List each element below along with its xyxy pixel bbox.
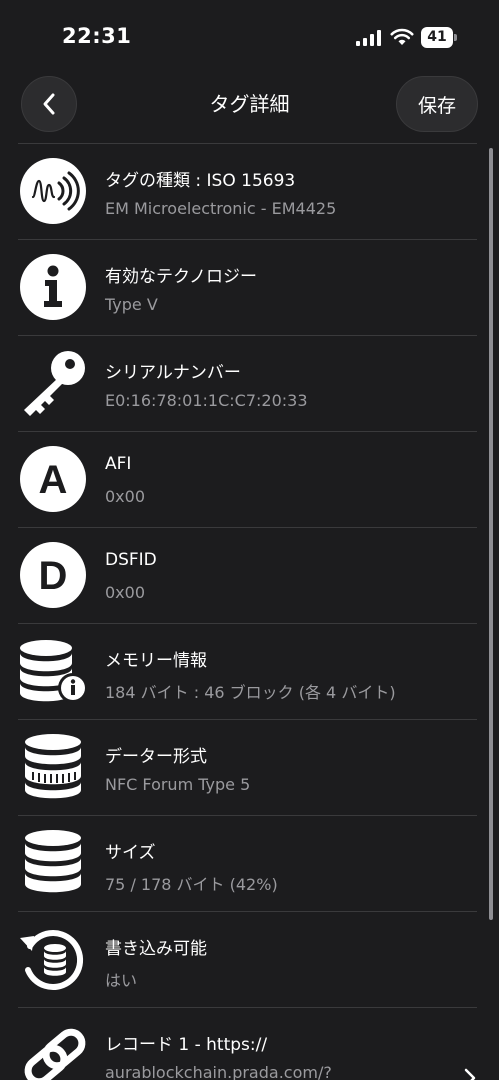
link-icon (18, 1020, 88, 1080)
wifi-icon (390, 28, 414, 45)
battery-level: 41 (427, 29, 447, 45)
tag-detail-list: タグの種類 : ISO 15693 EM Microelectronic - E… (18, 143, 477, 1080)
item-subtitle: NFC Forum Type 5 (105, 775, 251, 794)
item-subtitle: EM Microelectronic - EM4425 (105, 199, 337, 218)
chevron-right-icon (464, 1068, 476, 1080)
svg-text:A: A (39, 458, 68, 502)
item-title: シリアルナンバー (105, 363, 241, 383)
status-bar: 22:31 41 (0, 0, 499, 70)
list-item-tag-type[interactable]: タグの種類 : ISO 15693 EM Microelectronic - E… (18, 143, 477, 239)
item-title: レコード 1 - https:// (105, 1035, 268, 1055)
item-subtitle: Type V (105, 295, 158, 314)
letter-d-icon: D (18, 540, 88, 610)
list-item-memory-info[interactable]: メモリー情報 184 バイト : 46 ブロック (各 4 バイト) (18, 623, 477, 719)
letter-a-icon: A (18, 444, 88, 514)
cellular-signal-icon (356, 30, 381, 46)
item-subtitle: aurablockchain.prada.com/? (105, 1063, 332, 1080)
item-subtitle: E0:16:78:01:1C:C7:20:33 (105, 391, 308, 410)
battery-indicator: 41 (421, 27, 457, 48)
item-title: AFI (105, 454, 132, 474)
list-item-serial-number[interactable]: シリアルナンバー E0:16:78:01:1C:C7:20:33 (18, 335, 477, 431)
save-button[interactable]: 保存 (396, 76, 478, 132)
battery-cap (454, 34, 457, 41)
list-item-dsfid[interactable]: D DSFID 0x00 (18, 527, 477, 623)
svg-text:D: D (39, 554, 68, 598)
item-title: 書き込み可能 (105, 939, 207, 959)
list-item-record-1[interactable]: レコード 1 - https:// aurablockchain.prada.c… (18, 1007, 477, 1080)
list-item-data-format[interactable]: データー形式 NFC Forum Type 5 (18, 719, 477, 815)
item-title: 有効なテクノロジー (105, 267, 257, 287)
item-subtitle: はい (105, 971, 138, 990)
status-time: 22:31 (62, 24, 132, 48)
item-title: タグの種類 : ISO 15693 (105, 171, 296, 191)
list-item-afi[interactable]: A AFI 0x00 (18, 431, 477, 527)
item-subtitle: 0x00 (105, 583, 146, 602)
database-refresh-icon (18, 924, 88, 994)
item-title: サイズ (105, 843, 156, 863)
database-info-icon (18, 636, 88, 706)
list-item-technology[interactable]: 有効なテクノロジー Type V (18, 239, 477, 335)
scrollbar[interactable] (489, 148, 493, 920)
item-title: DSFID (105, 550, 157, 570)
item-title: データー形式 (105, 747, 207, 767)
list-item-size[interactable]: サイズ 75 / 178 バイト (42%) (18, 815, 477, 911)
list-item-writable[interactable]: 書き込み可能 はい (18, 911, 477, 1007)
key-icon (18, 348, 88, 418)
item-subtitle: 0x00 (105, 487, 146, 506)
info-icon (18, 252, 88, 322)
database-stack-icon (18, 828, 88, 898)
database-icon (18, 732, 88, 802)
item-subtitle: 75 / 178 バイト (42%) (105, 875, 278, 894)
nav-bar: タグ詳細 保存 (0, 70, 499, 138)
nfc-tag-icon (18, 156, 88, 226)
item-title: メモリー情報 (105, 651, 207, 671)
item-subtitle: 184 バイト : 46 ブロック (各 4 バイト) (105, 683, 396, 702)
